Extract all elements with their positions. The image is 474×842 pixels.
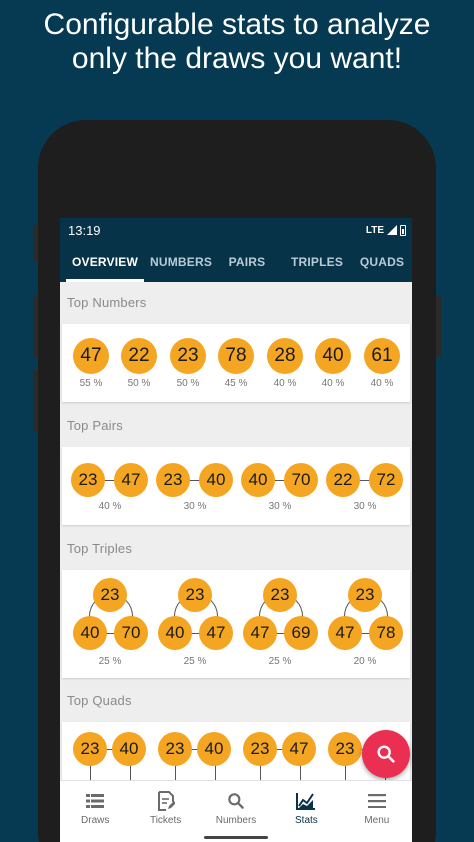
number-ball[interactable]: 47 [282, 732, 316, 766]
phone-side-button [33, 295, 38, 357]
section-title-top-quads: Top Quads [67, 693, 132, 708]
number-ball[interactable]: 40 [158, 616, 192, 650]
nav-label: Menu [364, 815, 390, 826]
percent-label: 40 % [273, 378, 297, 389]
top-triples-card: 23 40 70 25 % 23 40 47 25 % 23 47 69 25 … [62, 570, 410, 678]
number-ball[interactable]: 61 [364, 338, 400, 374]
tab-triples[interactable]: TRIPLES [282, 242, 352, 282]
number-ball[interactable]: 78 [369, 616, 403, 650]
bottom-navigation: Draws Tickets Numbers Stats Menu [60, 780, 412, 842]
nav-label: Draws [81, 815, 110, 826]
tab-numbers[interactable]: NUMBERS [150, 242, 212, 282]
top-numbers-card: 47 55 % 22 50 % 23 50 % 78 45 % 28 40 % … [62, 324, 410, 402]
percent-label: 30 % [183, 501, 207, 512]
tab-bar: OVERVIEW NUMBERS PAIRS TRIPLES QUADS [60, 242, 412, 282]
status-bar: 13:19 LTE [60, 218, 412, 242]
number-ball[interactable]: 23 [73, 732, 107, 766]
promo-line-1: Configurable stats to analyze [43, 8, 431, 41]
number-ball[interactable]: 23 [178, 578, 212, 612]
number-ball[interactable]: 70 [284, 463, 318, 497]
section-title-top-triples: Top Triples [67, 541, 133, 556]
search-fab[interactable] [362, 730, 410, 778]
nav-menu[interactable]: Menu [342, 781, 412, 842]
number-ball[interactable]: 40 [199, 463, 233, 497]
number-ball[interactable]: 47 [73, 338, 109, 374]
number-ball[interactable]: 23 [328, 732, 362, 766]
number-ball[interactable]: 47 [114, 463, 148, 497]
number-ball[interactable]: 23 [158, 732, 192, 766]
tab-quads[interactable]: QUADS [352, 242, 412, 282]
promo-caption: Configurable stats to analyze only the d… [0, 8, 474, 76]
percent-label: 30 % [268, 501, 292, 512]
phone-side-button [33, 370, 38, 432]
number-ball[interactable]: 70 [114, 616, 148, 650]
percent-label: 50 % [176, 378, 200, 389]
number-ball[interactable]: 47 [328, 616, 362, 650]
battery-icon [400, 224, 406, 236]
search-icon [226, 790, 246, 812]
list-icon [86, 790, 105, 812]
percent-label: 45 % [224, 378, 248, 389]
nav-stats[interactable]: Stats [271, 781, 341, 842]
percent-label: 20 % [353, 656, 377, 667]
number-ball[interactable]: 22 [326, 463, 360, 497]
number-ball[interactable]: 22 [121, 338, 157, 374]
nav-label: Numbers [215, 815, 257, 826]
search-icon [377, 745, 395, 763]
percent-label: 55 % [79, 378, 103, 389]
nav-label: Tickets [149, 815, 182, 826]
menu-icon [367, 790, 386, 812]
percent-label: 40 % [98, 501, 122, 512]
section-title-top-numbers: Top Numbers [67, 295, 147, 310]
phone-side-button [33, 225, 38, 261]
number-ball[interactable]: 47 [243, 616, 277, 650]
percent-label: 25 % [268, 656, 292, 667]
ticket-edit-icon [157, 790, 175, 812]
percent-label: 40 % [370, 378, 394, 389]
percent-label: 25 % [98, 656, 122, 667]
number-ball[interactable]: 40 [112, 732, 146, 766]
number-ball[interactable]: 23 [263, 578, 297, 612]
app-screen: 13:19 LTE OVERVIEW NUMBERS PAIRS TRIPLES… [60, 218, 412, 842]
number-ball[interactable]: 28 [267, 338, 303, 374]
nav-label: Stats [295, 815, 318, 826]
percent-label: 40 % [321, 378, 345, 389]
percent-label: 25 % [183, 656, 207, 667]
nav-numbers[interactable]: Numbers [201, 781, 271, 842]
status-icons: LTE [365, 224, 406, 236]
home-indicator[interactable] [204, 836, 268, 839]
chart-icon [296, 790, 316, 812]
number-ball[interactable]: 40 [315, 338, 351, 374]
signal-icon [387, 225, 397, 235]
number-ball[interactable]: 23 [71, 463, 105, 497]
status-time: 13:19 [68, 222, 101, 238]
phone-power-button [436, 295, 441, 357]
number-ball[interactable]: 23 [170, 338, 206, 374]
promo-line-2: only the draws you want! [71, 42, 403, 75]
number-ball[interactable]: 47 [199, 616, 233, 650]
number-ball[interactable]: 23 [93, 578, 127, 612]
stats-content[interactable]: Top Numbers 47 55 % 22 50 % 23 50 % 78 4… [60, 282, 412, 842]
section-title-top-pairs: Top Pairs [67, 418, 123, 433]
nav-tickets[interactable]: Tickets [130, 781, 200, 842]
network-label: LTE [365, 224, 384, 236]
number-ball[interactable]: 72 [369, 463, 403, 497]
percent-label: 30 % [353, 501, 377, 512]
number-ball[interactable]: 40 [241, 463, 275, 497]
number-ball[interactable]: 23 [348, 578, 382, 612]
number-ball[interactable]: 23 [243, 732, 277, 766]
percent-label: 50 % [127, 378, 151, 389]
top-pairs-card: 23 47 40 % 23 40 30 % 40 70 30 % 22 72 3… [62, 447, 410, 525]
tab-pairs[interactable]: PAIRS [212, 242, 282, 282]
tab-overview[interactable]: OVERVIEW [60, 242, 150, 282]
number-ball[interactable]: 40 [73, 616, 107, 650]
number-ball[interactable]: 23 [156, 463, 190, 497]
number-ball[interactable]: 40 [197, 732, 231, 766]
number-ball[interactable]: 69 [284, 616, 318, 650]
nav-draws[interactable]: Draws [60, 781, 130, 842]
number-ball[interactable]: 78 [218, 338, 254, 374]
